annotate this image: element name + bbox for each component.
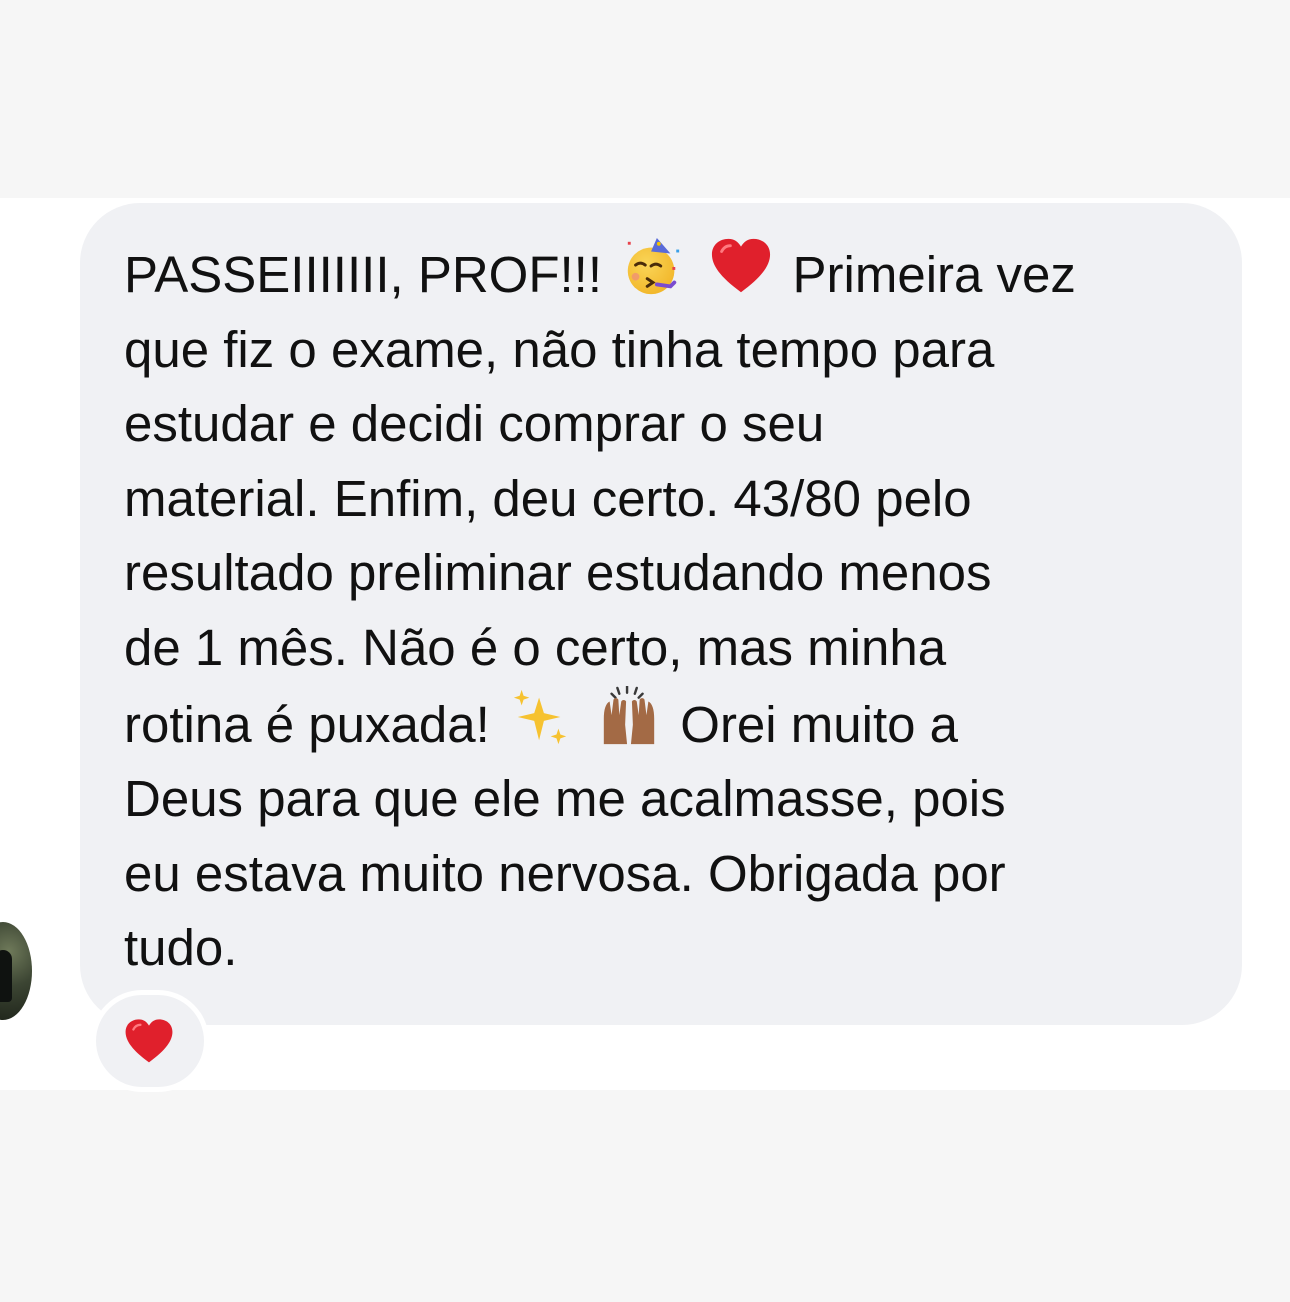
message-line-8: Deus para que ele me acalmasse, pois (124, 770, 1006, 828)
message-line-1: PASSEIIIIIII, PROF!!! Primeira vez (124, 236, 1204, 313)
message-line-4: material. Enfim, deu certo. 43/80 pelo (124, 469, 972, 527)
message-line-9: eu estava muito nervosa. Obrigada por (124, 844, 1006, 902)
message-line-7-end: Orei muito a (680, 695, 959, 753)
message-line-7-start: rotina é puxada! (124, 695, 490, 753)
red-heart-icon (710, 236, 772, 298)
top-background-band (0, 0, 1290, 198)
message-line-2: que fiz o exame, não tinha tempo para (124, 320, 995, 378)
sender-avatar[interactable] (0, 922, 32, 1020)
red-heart-icon (122, 1017, 176, 1067)
message-line-1-start: PASSEIIIIIII, PROF!!! (124, 246, 603, 303)
message-line-3: estudar e decidi comprar o seu (124, 395, 825, 453)
message-line-7: rotina é puxada! Orei muito a (124, 685, 1204, 763)
message-line-10: tudo. (124, 919, 238, 977)
message-line-5: resultado preliminar estudando menos (124, 544, 992, 602)
avatar-figure (0, 950, 12, 1002)
message-line-1-end: Primeira vez (792, 246, 1076, 303)
raising-hands-icon (598, 685, 660, 748)
message-text: PASSEIIIIIII, PROF!!! Primeira vez que f… (124, 236, 1204, 986)
sparkles-icon (510, 686, 572, 748)
bottom-background-band (0, 1090, 1290, 1302)
message-line-6: de 1 mês. Não é o certo, mas minha (124, 618, 947, 676)
reaction-badge[interactable] (96, 995, 204, 1087)
partying-face-icon (622, 236, 684, 298)
